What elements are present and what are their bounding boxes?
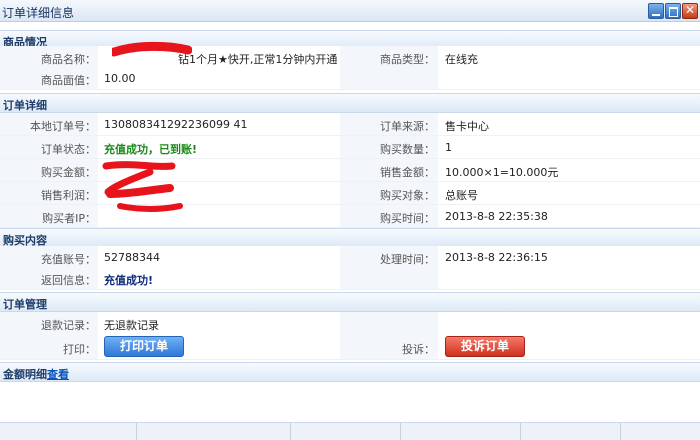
order-row-5: 购买者IP： 购买时间： 2013-8-8 22:35:38: [0, 205, 700, 228]
maximize-icon[interactable]: [665, 3, 681, 19]
complain-label: 投诉：: [402, 343, 435, 356]
close-icon[interactable]: ✕: [682, 3, 698, 19]
sale-amount-label: 销售金额：: [380, 166, 435, 179]
background-table-strip: [0, 422, 700, 440]
sale-amount-value: 10.000×1=10.000元: [445, 166, 559, 179]
amount-detail-label: 金额明细: [3, 368, 47, 381]
order-row-1: 本地订单号： 130808341292236099 41 订单来源： 售卡中心: [0, 113, 700, 136]
process-time-value: 2013-8-8 22:36:15: [445, 251, 548, 264]
section-amount: 金额明细查看: [0, 362, 700, 382]
quantity-label: 购买数量：: [380, 143, 435, 156]
quantity-value: 1: [445, 141, 452, 154]
purchase-row-1: 充值账号： 52788344 处理时间： 2013-8-8 22:36:15: [0, 246, 700, 269]
section-title: 订单详细: [3, 99, 47, 112]
product-name-value: 钻1个月★快开,正常1分钟内开通: [178, 53, 338, 66]
recharge-account-value: 52788344: [104, 251, 160, 264]
purchase-amount-label: 购买金额：: [41, 166, 96, 179]
return-info-value: 充值成功!: [104, 274, 154, 287]
product-name-label: 商品名称：: [41, 53, 96, 66]
product-type-value: 在线充: [445, 53, 478, 66]
manage-row-2: 打印： 打印订单 投诉： 投诉订单: [0, 334, 700, 360]
refund-record-value: 无退款记录: [104, 319, 159, 332]
local-order-no-value: 130808341292236099 41: [104, 118, 248, 131]
product-row-face: 商品面值： 10.00: [0, 67, 700, 90]
amount-detail-link[interactable]: 查看: [47, 368, 69, 381]
order-row-4: 销售利润： 购买对象： 总账号: [0, 182, 700, 205]
order-status-value: 充值成功，已到账!: [104, 143, 198, 156]
product-type-label: 商品类型：: [380, 53, 435, 66]
buyer-ip-label: 购买者IP：: [42, 212, 96, 225]
order-row-3: 购买金额： 销售金额： 10.000×1=10.000元: [0, 159, 700, 182]
product-face-value: 10.00: [104, 72, 136, 85]
buyer-label: 购买对象：: [380, 189, 435, 202]
order-source-value: 售卡中心: [445, 120, 489, 133]
product-row-name: 商品名称： 钻1个月★快开,正常1分钟内开通 商品类型： 在线充: [0, 46, 700, 69]
print-order-button[interactable]: 打印订单: [104, 336, 184, 357]
sale-profit-label: 销售利润：: [41, 189, 96, 202]
process-time-label: 处理时间：: [380, 253, 435, 266]
product-face-label: 商品面值：: [41, 74, 96, 87]
order-row-2: 订单状态： 充值成功，已到账! 购买数量： 1: [0, 136, 700, 159]
local-order-no-label: 本地订单号：: [30, 120, 96, 133]
manage-row-1: 退款记录： 无退款记录: [0, 312, 700, 335]
minimize-icon[interactable]: [648, 3, 664, 19]
buyer-value: 总账号: [445, 189, 478, 202]
refund-record-label: 退款记录：: [41, 319, 96, 332]
order-status-label: 订单状态：: [41, 143, 96, 156]
section-order: 订单详细: [0, 93, 700, 113]
print-label: 打印：: [63, 343, 96, 356]
purchase-row-2: 返回信息： 充值成功!: [0, 267, 700, 290]
recharge-account-label: 充值账号：: [41, 253, 96, 266]
section-title: 金额明细查看: [3, 366, 69, 382]
order-source-label: 订单来源：: [380, 120, 435, 133]
return-info-label: 返回信息：: [41, 274, 96, 287]
section-title: 订单管理: [3, 298, 47, 311]
complain-order-button[interactable]: 投诉订单: [445, 336, 525, 357]
section-purchase: 购买内容: [0, 228, 700, 248]
purchase-time-value: 2013-8-8 22:35:38: [445, 210, 548, 223]
window-title: 订单详细信息: [2, 6, 75, 20]
section-manage: 订单管理: [0, 292, 700, 312]
window-titlebar: 订单详细信息 ✕: [0, 0, 700, 22]
purchase-time-label: 购买时间：: [380, 212, 435, 225]
